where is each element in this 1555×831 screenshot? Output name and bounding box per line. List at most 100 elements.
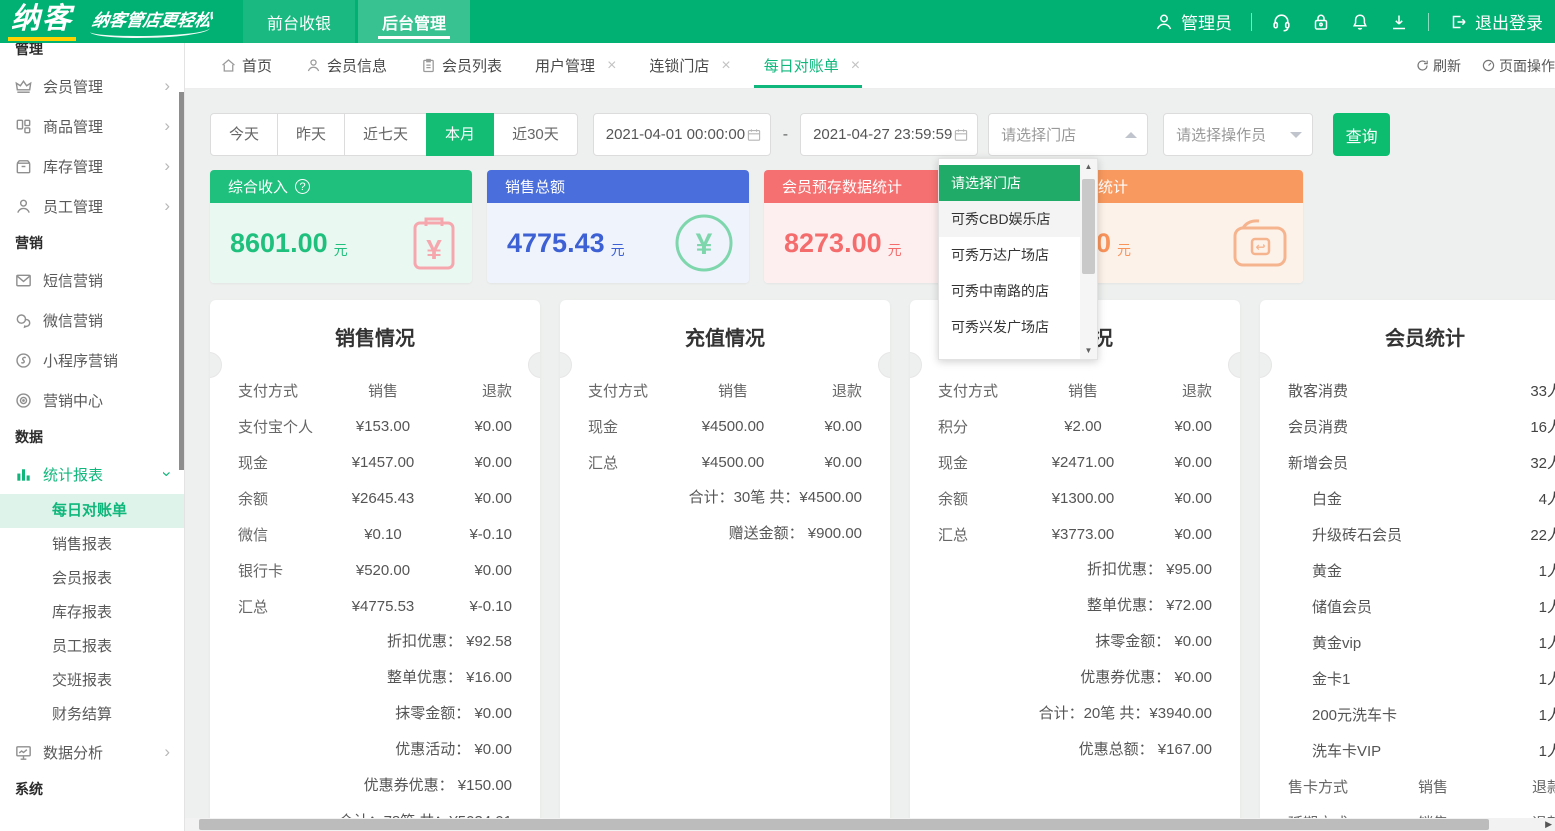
calendar-icon [953,127,969,143]
headset-icon[interactable] [1271,11,1292,32]
cell: ¥0.00 [432,454,512,471]
member-row: 金卡11人 [1260,660,1555,696]
sidebar-item-label: 营销中心 [43,390,103,411]
dropdown-option-store-wanda[interactable]: 可秀万达广场店 [939,237,1080,273]
table-row: 银行卡¥520.00¥0.00 [210,552,540,588]
member-row: 会员消费16人 [1260,408,1555,444]
top-nav: 前台收银 后台管理 [243,0,473,43]
summary-discount: 折扣优惠： ¥92.58 [210,624,540,660]
quick-last30days-button[interactable]: 近30天 [493,113,578,156]
col-pay-method: 支付方式 [588,380,684,401]
goods-grid-icon [14,117,33,136]
query-button[interactable]: 查询 [1333,113,1390,156]
sidebar-item-wechat-marketing[interactable]: 微信营销 [0,300,184,340]
card-header: 销售总额 [487,170,749,203]
dropdown-option-store-zhongnan[interactable]: 可秀中南路的店 [939,273,1080,309]
lock-icon[interactable] [1311,12,1331,32]
bar-chart-icon [14,465,33,484]
date-end-value: 2021-04-27 23:59:59 [813,126,952,143]
table-row: 现金¥1457.00¥0.00 [210,444,540,480]
close-icon[interactable]: × [851,57,860,75]
dropdown-option-clipped[interactable] [939,345,1080,359]
chevron-right-icon: › [164,76,170,96]
nav-backend-admin[interactable]: 后台管理 [358,0,470,43]
page-operations-button[interactable]: 页面操作 [1481,56,1555,76]
sidebar-item-member-mgmt[interactable]: 会员管理 › [0,66,184,106]
scroll-right-icon[interactable]: ▶ [1545,818,1552,831]
sidebar-scrollbar[interactable] [179,92,184,470]
sidebar-subitem-sales-report[interactable]: 销售报表 [0,528,184,562]
summary-gift: 赠送金额： ¥900.00 [560,516,890,552]
dropdown-scrollbar[interactable]: ▲ ▼ [1080,159,1097,359]
cell: ¥1300.00 [1034,490,1132,507]
sidebar-item-staff-mgmt[interactable]: 员工管理 › [0,186,184,226]
tab-chain-stores[interactable]: 连锁门店 × [649,43,730,88]
panel-title: 会员统计 [1260,300,1555,372]
summary-rounding: 抹零金额： ¥0.00 [910,624,1240,660]
store-select[interactable]: 请选择门店 [988,113,1148,156]
sidebar-item-product-mgmt[interactable]: 商品管理 › [0,106,184,146]
nav-front-cashier[interactable]: 前台收银 [243,0,355,43]
top-bar: 纳客 纳客管店更轻松 前台收银 后台管理 管理员 退出登录 [0,0,1555,43]
quick-today-button[interactable]: 今天 [210,113,278,156]
card-body: 4775.43 元 ¥ [487,203,749,283]
panel-recharge: 充值情况 支付方式 销售 退款 现金¥4500.00¥0.00 汇总¥4500.… [560,300,890,831]
refresh-button[interactable]: 刷新 [1415,56,1461,76]
dropdown-option-store-xingfa[interactable]: 可秀兴发广场店 [939,309,1080,345]
help-icon[interactable]: ? [295,179,310,194]
caret-up-icon [1125,132,1137,138]
tab-daily-statement[interactable]: 每日对账单 × [764,43,860,88]
tab-member-info[interactable]: 会员信息 [305,43,387,88]
sidebar-item-marketing-center[interactable]: 营销中心 [0,380,184,420]
tab-member-list[interactable]: 会员列表 [420,43,502,88]
scroll-down-icon[interactable]: ▼ [1080,343,1097,359]
date-end-input[interactable]: 2021-04-27 23:59:59 [800,113,978,156]
download-icon[interactable] [1389,12,1409,32]
quick-yesterday-button[interactable]: 昨天 [277,113,345,156]
close-icon[interactable]: × [607,57,616,75]
close-icon[interactable]: × [721,57,730,75]
quick-last7days-button[interactable]: 近七天 [344,113,427,156]
sidebar-subitem-inventory-report[interactable]: 库存报表 [0,596,184,630]
dropdown-option-store-cbd[interactable]: 可秀CBD娱乐店 [939,201,1080,237]
cell: 积分 [938,416,1034,437]
chevron-right-icon: › [164,116,170,136]
member-row: 洗车卡VIP1人 [1260,732,1555,768]
cell: 微信 [238,524,334,545]
cell: ¥0.00 [782,454,862,471]
scrollbar-thumb[interactable] [1082,179,1095,274]
sidebar-section-system: 系统 [0,772,184,806]
logout-label: 退出登录 [1475,9,1543,34]
dropdown-option-placeholder[interactable]: 请选择门店 [939,165,1080,201]
sidebar-subitem-member-report[interactable]: 会员报表 [0,562,184,596]
sidebar-subitem-daily-statement[interactable]: 每日对账单 [0,494,184,528]
bell-icon[interactable] [1350,12,1370,32]
tab-user-mgmt[interactable]: 用户管理 × [535,43,616,88]
member-label: 黄金 [1312,560,1342,581]
quick-thismonth-button[interactable]: 本月 [426,113,494,156]
sidebar-item-data-analysis[interactable]: 数据分析 › [0,732,184,772]
operator-select[interactable]: 请选择操作员 [1163,113,1313,156]
horizontal-scrollbar[interactable]: ▶ [185,818,1555,831]
tab-home[interactable]: 首页 [220,43,272,88]
logout-button[interactable]: 退出登录 [1448,9,1543,34]
sidebar-subitem-shift-report[interactable]: 交班报表 [0,664,184,698]
member-label: 新增会员 [1288,452,1348,473]
cell: ¥0.10 [334,526,432,543]
refresh-label: 刷新 [1433,56,1461,76]
page-operations-label: 页面操作 [1499,56,1555,76]
wallet-return-icon: ↩ [1231,216,1289,270]
sidebar-subitem-staff-report[interactable]: 员工报表 [0,630,184,664]
user-menu[interactable]: 管理员 [1154,9,1232,34]
date-start-input[interactable]: 2021-04-01 00:00:00 [593,113,771,156]
sidebar-subitem-finance-settlement[interactable]: 财务结算 [0,698,184,732]
sidebar-item-sms-marketing[interactable]: 短信营销 [0,260,184,300]
sidebar-item-label: 会员管理 [43,76,103,97]
summary-total: 合计：20笔 共：¥3940.00 [910,696,1240,732]
member-label: 洗车卡VIP [1312,740,1381,761]
scroll-up-icon[interactable]: ▲ [1080,159,1097,175]
sidebar-item-miniprogram-marketing[interactable]: 小程序营销 [0,340,184,380]
sidebar-item-inventory-mgmt[interactable]: 库存管理 › [0,146,184,186]
horizontal-scrollbar-thumb[interactable] [199,819,1489,830]
sidebar-item-stats-report[interactable]: 统计报表 › [0,454,184,494]
